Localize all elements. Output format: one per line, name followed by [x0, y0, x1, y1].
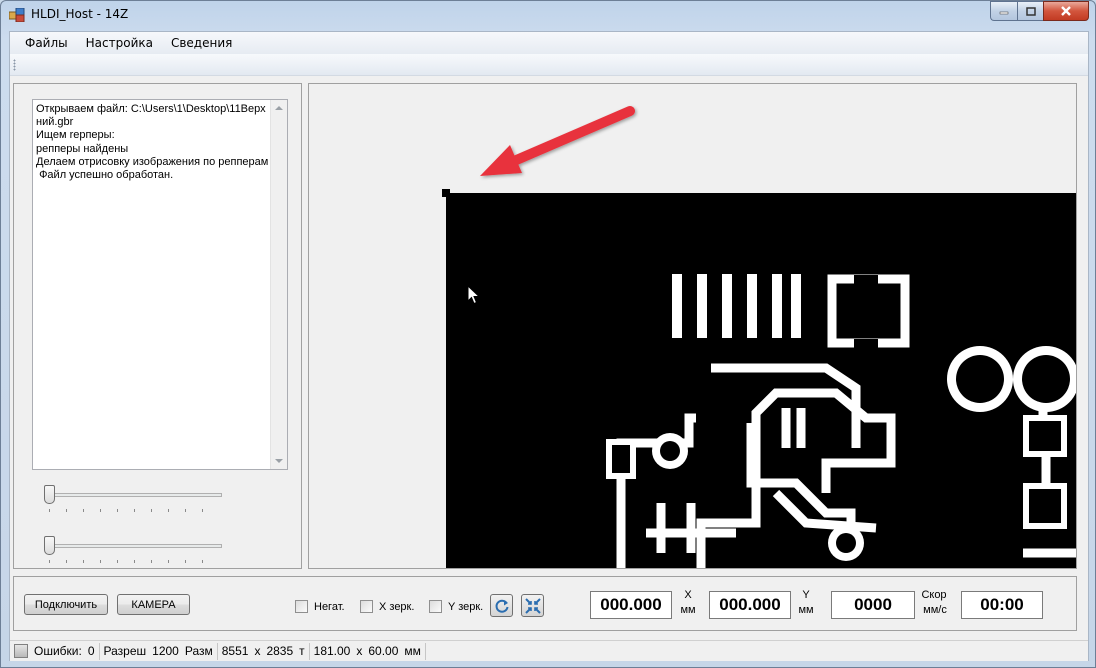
status-size-dots: 8551 x 2835 т — [218, 642, 310, 660]
slider-1[interactable] — [44, 485, 222, 512]
menu-files[interactable]: Файлы — [16, 32, 77, 54]
camera-button[interactable]: КАМЕРА — [117, 594, 190, 615]
slider-2[interactable] — [44, 536, 222, 563]
size-width: 8551 — [221, 644, 249, 658]
x-mirror-checkbox[interactable]: X зерк. — [360, 600, 414, 613]
dim-width: 181.00 — [313, 644, 351, 658]
close-icon — [1061, 6, 1071, 16]
time-readout: 00:00 — [961, 591, 1043, 619]
log-scrollbar[interactable] — [270, 100, 287, 469]
close-button[interactable] — [1043, 1, 1089, 21]
size-height: 2835 — [266, 644, 294, 658]
y-mirror-checkbox[interactable]: Y зерк. — [429, 600, 483, 613]
minimize-button[interactable] — [990, 1, 1017, 21]
x-unit-label: мм — [680, 604, 696, 616]
dim-x: x — [356, 644, 363, 658]
errors-label: Ошибки: — [34, 644, 82, 658]
app-icon — [9, 8, 25, 22]
fiducial-mark — [442, 189, 450, 197]
toolstrip-grip[interactable] — [13, 59, 16, 71]
size-label: Разм — [184, 644, 213, 658]
negative-label: Негат. — [314, 600, 345, 613]
dim-unit: мм — [404, 644, 421, 658]
pcb-viewport[interactable] — [308, 83, 1077, 569]
status-errors: Ошибки: 0 — [10, 642, 100, 660]
x-mirror-label: X зерк. — [379, 600, 415, 613]
window-title: HLDI_Host - 14Z — [31, 7, 129, 21]
status-bar: Ошибки: 0 Разреш 1200 Разм 8551 x 2835 т… — [10, 640, 1088, 661]
maximize-button[interactable] — [1017, 1, 1043, 21]
slider-1-ticks — [49, 509, 217, 512]
scroll-down-icon[interactable] — [275, 459, 283, 463]
errors-value: 0 — [87, 644, 95, 658]
cursor-icon — [467, 285, 480, 305]
control-panel: Подключить КАМЕРА Негат. X зерк. Y зерк. — [13, 576, 1077, 631]
log-text: Открываем файл: C:\Users\1\Desktop\11Вер… — [36, 103, 269, 182]
negative-checkbox[interactable]: Негат. — [295, 600, 345, 613]
slider-2-ticks — [49, 560, 217, 563]
y-position-readout: 000.000 — [709, 591, 791, 619]
resolution-value: 1200 — [152, 644, 179, 658]
slider-1-thumb[interactable] — [44, 485, 55, 504]
size-unit: т — [299, 644, 305, 658]
fit-button[interactable] — [521, 594, 544, 617]
scroll-up-icon[interactable] — [275, 106, 283, 110]
menu-about[interactable]: Сведения — [162, 32, 241, 54]
minimize-icon — [999, 11, 1009, 15]
title-bar: HLDI_Host - 14Z — [1, 1, 1095, 29]
refresh-icon — [495, 599, 508, 613]
speed-readout: 0000 — [831, 591, 915, 619]
app-window: HLDI_Host - 14Z Файлы Настройка Сведения… — [0, 0, 1096, 668]
red-arrow-icon — [480, 106, 635, 176]
negative-checkbox-box[interactable] — [295, 600, 308, 613]
slider-2-thumb[interactable] — [44, 536, 55, 555]
log-textbox[interactable]: Открываем файл: C:\Users\1\Desktop\11Вер… — [32, 99, 288, 470]
x-position-readout: 000.000 — [590, 591, 672, 619]
maximize-icon — [1025, 6, 1036, 16]
speed-label: Скор — [921, 589, 947, 601]
slider-2-track — [44, 544, 222, 548]
toolstrip — [10, 54, 1088, 76]
y-mirror-checkbox-box[interactable] — [429, 600, 442, 613]
x-mirror-checkbox-box[interactable] — [360, 600, 373, 613]
resolution-label: Разреш — [103, 644, 147, 658]
status-size-mm: 181.00 x 60.00 мм — [310, 642, 426, 660]
refresh-button[interactable] — [490, 594, 513, 617]
speed-unit-label: мм/с — [923, 604, 947, 616]
y-unit-label: мм — [798, 604, 814, 616]
menu-bar: Файлы Настройка Сведения — [10, 32, 1088, 54]
size-x: x — [254, 644, 261, 658]
left-panel: Открываем файл: C:\Users\1\Desktop\11Вер… — [13, 83, 302, 569]
fit-icon — [524, 597, 541, 614]
status-led — [14, 644, 28, 658]
status-resolution: Разреш 1200 Разм — [100, 642, 218, 660]
y-mirror-label: Y зерк. — [448, 600, 484, 613]
dim-height: 60.00 — [368, 644, 399, 658]
connect-button[interactable]: Подключить — [24, 594, 108, 615]
menu-settings[interactable]: Настройка — [77, 32, 162, 54]
client-area: Файлы Настройка Сведения Открываем файл:… — [9, 31, 1089, 661]
pcb-image — [446, 193, 1076, 568]
slider-1-track — [44, 493, 222, 497]
y-axis-label: Y — [802, 589, 810, 601]
x-axis-label: X — [684, 589, 692, 601]
